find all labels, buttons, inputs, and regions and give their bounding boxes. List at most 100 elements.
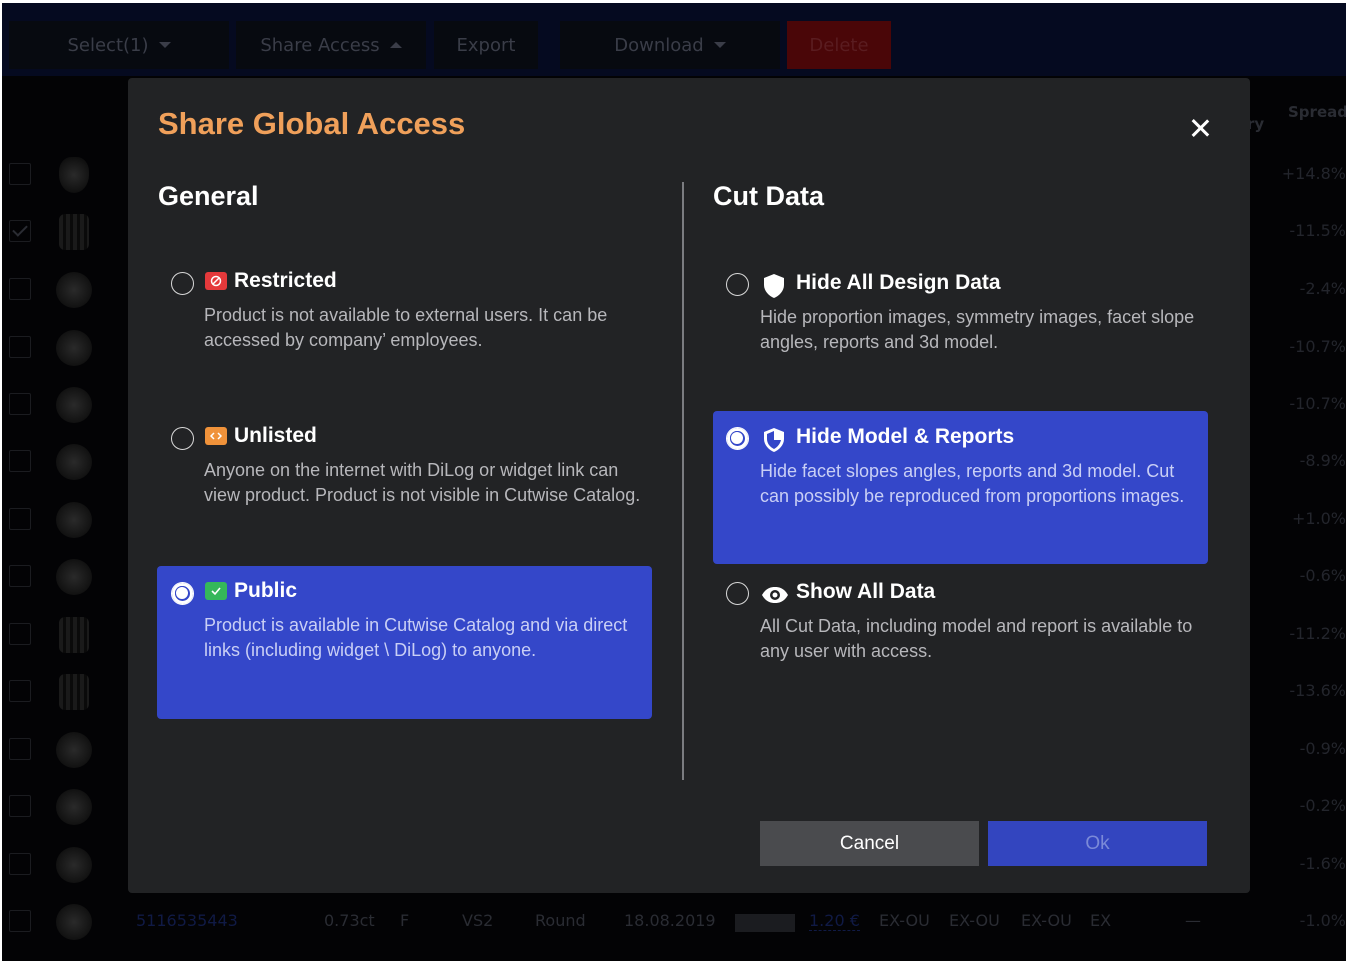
radio-public[interactable] <box>171 582 194 605</box>
gem-thumbnail <box>56 272 92 308</box>
shape-value: Round <box>535 911 586 930</box>
row-checkbox[interactable] <box>9 623 31 645</box>
gem-thumbnail <box>59 157 89 193</box>
option-restricted[interactable]: Restricted Product is not available to e… <box>157 256 652 376</box>
select-label: Select(1) <box>67 34 149 56</box>
spread-value: -13.6% <box>1289 681 1346 700</box>
product-id-link[interactable]: 5116535443 <box>136 911 238 930</box>
gem-thumbnail <box>56 387 92 423</box>
spread-value: -2.4% <box>1299 279 1346 298</box>
color-value: F <box>400 911 410 930</box>
row-checkbox[interactable] <box>9 393 31 415</box>
gem-thumbnail <box>56 330 92 366</box>
download-button[interactable]: Download <box>560 21 780 69</box>
radio-unlisted[interactable] <box>171 427 194 450</box>
row-checkbox[interactable] <box>9 910 31 932</box>
select-button[interactable]: Select(1) <box>9 21 229 69</box>
spread-value: -8.9% <box>1299 451 1346 470</box>
clarity-value: VS2 <box>462 911 494 930</box>
spread-value: -11.2% <box>1289 624 1346 643</box>
eye-icon <box>761 586 789 608</box>
row-checkbox[interactable] <box>9 738 31 760</box>
row-checkbox[interactable] <box>9 795 31 817</box>
row-checkbox[interactable] <box>9 163 31 185</box>
unlisted-title: Unlisted <box>234 424 317 447</box>
symmetry-value: EX-OU <box>1021 911 1072 930</box>
spread-value: +14.8% <box>1281 164 1346 183</box>
close-icon[interactable] <box>1189 117 1211 139</box>
cut-data-heading: Cut Data <box>713 181 825 211</box>
unlisted-desc: Anyone on the internet with DiLog or wid… <box>204 460 641 505</box>
row-checkbox[interactable] <box>9 450 31 472</box>
hide-all-design-data-title: Hide All Design Data <box>796 271 1001 294</box>
row-checkbox[interactable] <box>9 508 31 530</box>
polish-value: EX-OU <box>949 911 1000 930</box>
show-all-data-title: Show All Data <box>796 580 936 603</box>
export-label: Export <box>456 34 516 56</box>
delete-button[interactable]: Delete <box>787 21 891 69</box>
carat-value: 0.73ct <box>324 911 375 930</box>
restricted-desc: Product is not available to external use… <box>204 305 608 350</box>
share-access-modal: Share Global Access General Cut Data Res… <box>128 78 1250 893</box>
share-access-label: Share Access <box>260 34 380 56</box>
app-background: Select(1) Share Access Export Download D… <box>2 3 1346 961</box>
public-desc: Product is available in Cutwise Catalog … <box>204 615 628 660</box>
gem-thumbnail <box>56 847 92 883</box>
date-value: 18.08.2019 <box>624 911 716 930</box>
gem-thumbnail <box>56 444 92 480</box>
spread-value: -11.5% <box>1289 221 1346 240</box>
radio-show-all-data[interactable] <box>726 582 749 605</box>
column-header-spread: Spread <box>1288 103 1346 121</box>
row-checkbox[interactable] <box>9 220 31 242</box>
modal-title: Share Global Access <box>158 106 466 141</box>
shield-half-icon <box>762 427 786 457</box>
gem-thumbnail <box>56 789 92 825</box>
hide-all-design-data-desc: Hide proportion images, symmetry images,… <box>760 307 1195 352</box>
price-link[interactable]: 1.20 € <box>809 911 860 931</box>
export-button[interactable]: Export <box>434 21 538 69</box>
share-access-button[interactable]: Share Access <box>236 21 426 69</box>
cancel-button[interactable]: Cancel <box>760 821 979 866</box>
row-checkbox[interactable] <box>9 565 31 587</box>
chevron-down-icon <box>713 42 726 48</box>
empty-value-dash: — <box>1185 911 1201 930</box>
delete-label: Delete <box>809 34 869 56</box>
public-title: Public <box>234 579 298 602</box>
show-all-data-desc: All Cut Data, including model and report… <box>760 616 1193 661</box>
radio-hide-all-design-data[interactable] <box>726 273 749 296</box>
gem-thumbnail <box>56 559 92 595</box>
section-divider <box>682 182 684 780</box>
spread-value: -1.0% <box>1299 911 1346 930</box>
option-hide-all-design-data[interactable]: Hide All Design Data Hide proportion ima… <box>713 256 1208 376</box>
spread-value: -0.6% <box>1299 566 1346 585</box>
ok-button[interactable]: Ok <box>988 821 1207 866</box>
gem-thumbnail <box>56 732 92 768</box>
check-icon <box>205 582 227 600</box>
option-show-all-data[interactable]: Show All Data All Cut Data, including mo… <box>713 566 1208 676</box>
spread-value: -1.6% <box>1299 854 1346 873</box>
spread-value: -0.2% <box>1299 796 1346 815</box>
chevron-up-icon <box>389 42 402 48</box>
row-checkbox[interactable] <box>9 853 31 875</box>
cut-value: EX-OU <box>879 911 930 930</box>
option-unlisted[interactable]: Unlisted Anyone on the internet with DiL… <box>157 411 652 551</box>
grade-value: EX <box>1090 911 1112 930</box>
spread-value: +1.0% <box>1291 509 1346 528</box>
toolbar: Select(1) Share Access Export Download D… <box>2 3 1346 76</box>
option-hide-model-reports[interactable]: Hide Model & Reports Hide facet slopes a… <box>713 411 1208 564</box>
hide-model-reports-desc: Hide facet slopes angles, reports and 3d… <box>760 461 1185 506</box>
chevron-down-icon <box>158 42 171 48</box>
row-checkbox[interactable] <box>9 336 31 358</box>
option-public[interactable]: Public Product is available in Cutwise C… <box>157 566 652 719</box>
gem-thumbnail <box>59 674 89 710</box>
general-heading: General <box>158 181 259 211</box>
radio-restricted[interactable] <box>171 272 194 295</box>
spread-value: -0.9% <box>1299 739 1346 758</box>
shield-icon <box>762 273 786 303</box>
radio-hide-model-reports[interactable] <box>726 427 749 450</box>
gem-thumbnail <box>56 904 92 940</box>
restricted-icon <box>205 272 227 290</box>
row-checkbox[interactable] <box>9 680 31 702</box>
code-icon <box>205 427 227 445</box>
row-checkbox[interactable] <box>9 278 31 300</box>
